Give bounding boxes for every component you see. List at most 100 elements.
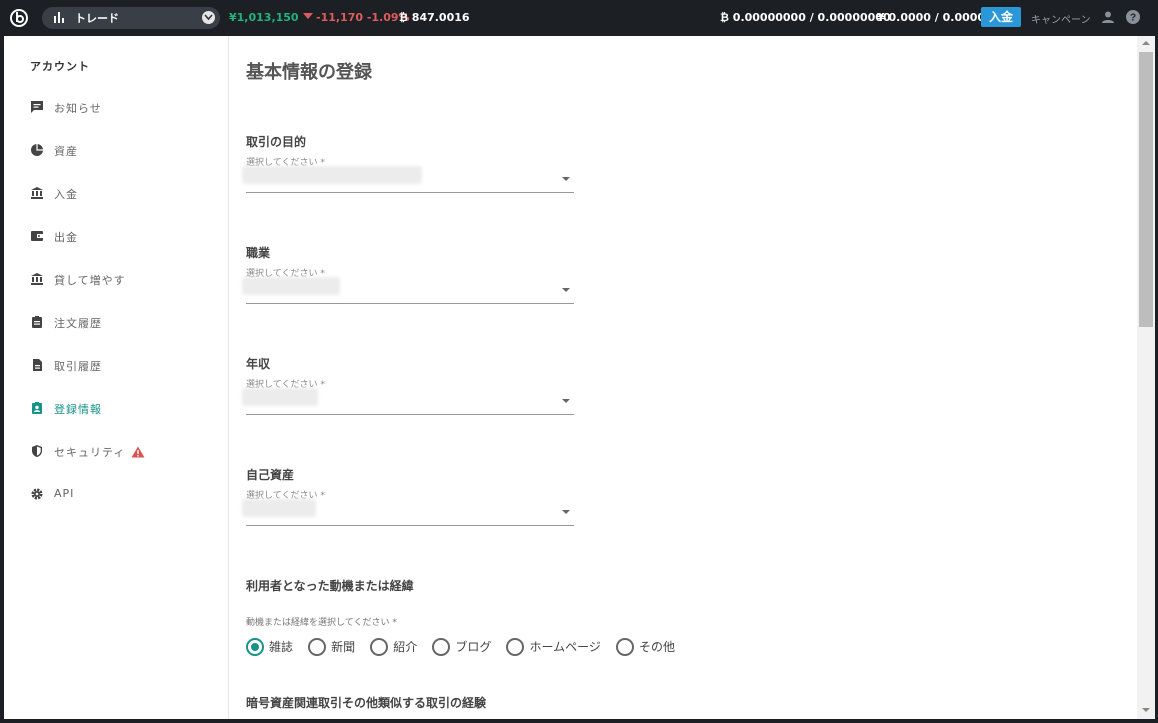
sidebar-item-order-history[interactable]: 注文履歴 — [30, 312, 220, 332]
redacted-value — [242, 166, 422, 184]
sidebar-item-registration[interactable]: 登録情報 — [30, 398, 220, 418]
bar-chart-icon — [54, 12, 64, 23]
occupation-select[interactable]: 職業 選択してください * — [242, 244, 574, 304]
document-icon — [33, 359, 42, 371]
pie-chart-icon — [31, 144, 43, 156]
sidebar-item-label: 入金 — [54, 188, 78, 201]
field-underline — [246, 414, 574, 415]
field-label: 取引の目的 — [246, 135, 307, 149]
sidebar-item-api[interactable]: API — [30, 484, 220, 504]
redacted-value — [242, 388, 318, 406]
sidebar-item-deposit[interactable]: 入金 — [30, 183, 220, 203]
sidebar-item-label: 出金 — [54, 231, 78, 244]
radio-blog[interactable]: ブログ — [432, 636, 491, 656]
radio-label: ホームページ — [529, 640, 601, 654]
bitcoin-icon: ₿ — [720, 11, 733, 24]
radio-label: ブログ — [455, 640, 492, 654]
account-box-icon — [32, 402, 42, 414]
radio-label: 紹介 — [393, 640, 418, 654]
radio-other[interactable]: その他 — [615, 636, 675, 656]
scroll-up-icon[interactable] — [1142, 41, 1150, 45]
motivation-title: 利用者となった動機または経緯 — [246, 579, 414, 593]
price-change-value: -11,170 -1.09% — [316, 11, 410, 24]
bitcoin-icon: ₿ — [399, 11, 412, 24]
dropdown-arrow-icon[interactable] — [562, 510, 570, 514]
radio-label: 新聞 — [331, 640, 356, 654]
assets-select[interactable]: 自己資産 選択してください * — [242, 466, 574, 526]
sidebar-item-withdraw[interactable]: 出金 — [30, 226, 220, 246]
clipboard-icon — [32, 316, 42, 328]
sidebar-item-security[interactable]: セキュリティ — [30, 441, 220, 461]
radio-label: その他 — [638, 640, 675, 654]
motivation-hint: 動機または経緯を選択してください * — [246, 618, 397, 628]
top-bar: トレード ¥1,013,150 -11,170 -1.09% ₿ 847.001… — [0, 0, 1158, 36]
balance-btc: ₿ 0.00000000 / 0.00000000 — [720, 12, 891, 24]
content-frame: アカウント お知らせ 資産 入金 出金 貸して増やす 注文履歴 取引履歴 登録情… — [4, 36, 1155, 719]
field-underline — [246, 525, 574, 526]
redacted-value — [242, 499, 316, 517]
market-label: トレード — [75, 12, 119, 25]
price-btc-value: 847.0016 — [411, 11, 470, 24]
scroll-down-icon[interactable] — [1142, 708, 1150, 712]
page-title: 基本情報の登録 — [246, 62, 372, 83]
radio-checked-icon — [246, 637, 264, 656]
sidebar-item-label: 取引履歴 — [54, 360, 102, 373]
warning-icon — [131, 446, 145, 458]
logo-icon[interactable] — [10, 9, 28, 27]
user-icon[interactable] — [1101, 10, 1115, 24]
campaign-link[interactable]: キャンペーン — [1031, 11, 1091, 26]
radio-newspaper[interactable]: 新聞 — [308, 636, 355, 656]
sidebar-item-label: 登録情報 — [54, 403, 102, 416]
radio-magazine[interactable]: 雑誌 — [246, 636, 293, 656]
message-icon — [31, 101, 43, 113]
sidebar-item-lending[interactable]: 貸して増やす — [30, 269, 220, 289]
dropdown-arrow-icon[interactable] — [562, 288, 570, 292]
sidebar-item-trade-history[interactable]: 取引履歴 — [30, 355, 220, 375]
field-label: 職業 — [246, 246, 271, 260]
sidebar: アカウント お知らせ 資産 入金 出金 貸して増やす 注文履歴 取引履歴 登録情… — [4, 36, 229, 719]
radio-unchecked-icon — [308, 637, 327, 656]
sidebar-item-assets[interactable]: 資産 — [30, 140, 220, 160]
market-selector[interactable]: トレード — [42, 7, 220, 29]
sidebar-item-label: セキュリティ — [54, 446, 126, 459]
purpose-select[interactable]: 取引の目的 選択してください * — [242, 133, 574, 193]
scrollbar-thumb[interactable] — [1139, 52, 1153, 327]
chevron-down-icon[interactable] — [202, 11, 215, 24]
sidebar-item-label: お知らせ — [54, 102, 102, 115]
balance-jpy: ¥ 0.0000 / 0.0000 — [877, 11, 986, 24]
price-btc: ₿ 847.0016 — [399, 12, 470, 24]
gear-icon — [31, 488, 43, 500]
radio-unchecked-icon — [506, 637, 525, 656]
bank-icon — [31, 187, 43, 199]
dropdown-arrow-icon[interactable] — [562, 399, 570, 403]
deposit-button[interactable]: 入金 — [981, 7, 1021, 27]
sidebar-item-label: 資産 — [54, 145, 78, 158]
sidebar-item-label-row: セキュリティ — [54, 444, 145, 460]
radio-homepage[interactable]: ホームページ — [506, 636, 601, 656]
sidebar-item-label: API — [54, 487, 75, 500]
field-underline — [246, 303, 574, 304]
radio-label: 雑誌 — [269, 640, 294, 654]
radio-referral[interactable]: 紹介 — [370, 636, 417, 656]
field-label: 自己資産 — [246, 468, 295, 482]
sidebar-item-notice[interactable]: お知らせ — [30, 97, 220, 117]
motivation-radio-group: 雑誌 新聞 紹介 ブログ ホームページ その他 — [246, 636, 685, 656]
wallet-icon — [31, 231, 43, 241]
scrollbar[interactable] — [1137, 36, 1155, 719]
radio-unchecked-icon — [370, 637, 389, 656]
svg-text:?: ? — [1130, 13, 1136, 24]
income-select[interactable]: 年収 選択してください * — [242, 355, 574, 415]
field-label: 年収 — [246, 357, 271, 371]
price-change: -11,170 -1.09% — [303, 12, 410, 24]
experience-title: 暗号資産関連取引その他類似する取引の経験 — [246, 696, 487, 710]
dropdown-arrow-icon[interactable] — [562, 177, 570, 181]
help-icon[interactable]: ? — [1126, 10, 1140, 24]
main-content: 基本情報の登録 取引の目的 選択してください * 職業 選択してください * 年… — [230, 36, 1137, 719]
radio-unchecked-icon — [432, 637, 451, 656]
redacted-value — [242, 277, 340, 295]
field-underline — [246, 192, 574, 193]
sidebar-item-label: 注文履歴 — [54, 317, 102, 330]
sidebar-item-label: 貸して増やす — [54, 274, 126, 287]
down-arrow-icon — [303, 13, 313, 19]
shield-icon — [32, 445, 42, 457]
